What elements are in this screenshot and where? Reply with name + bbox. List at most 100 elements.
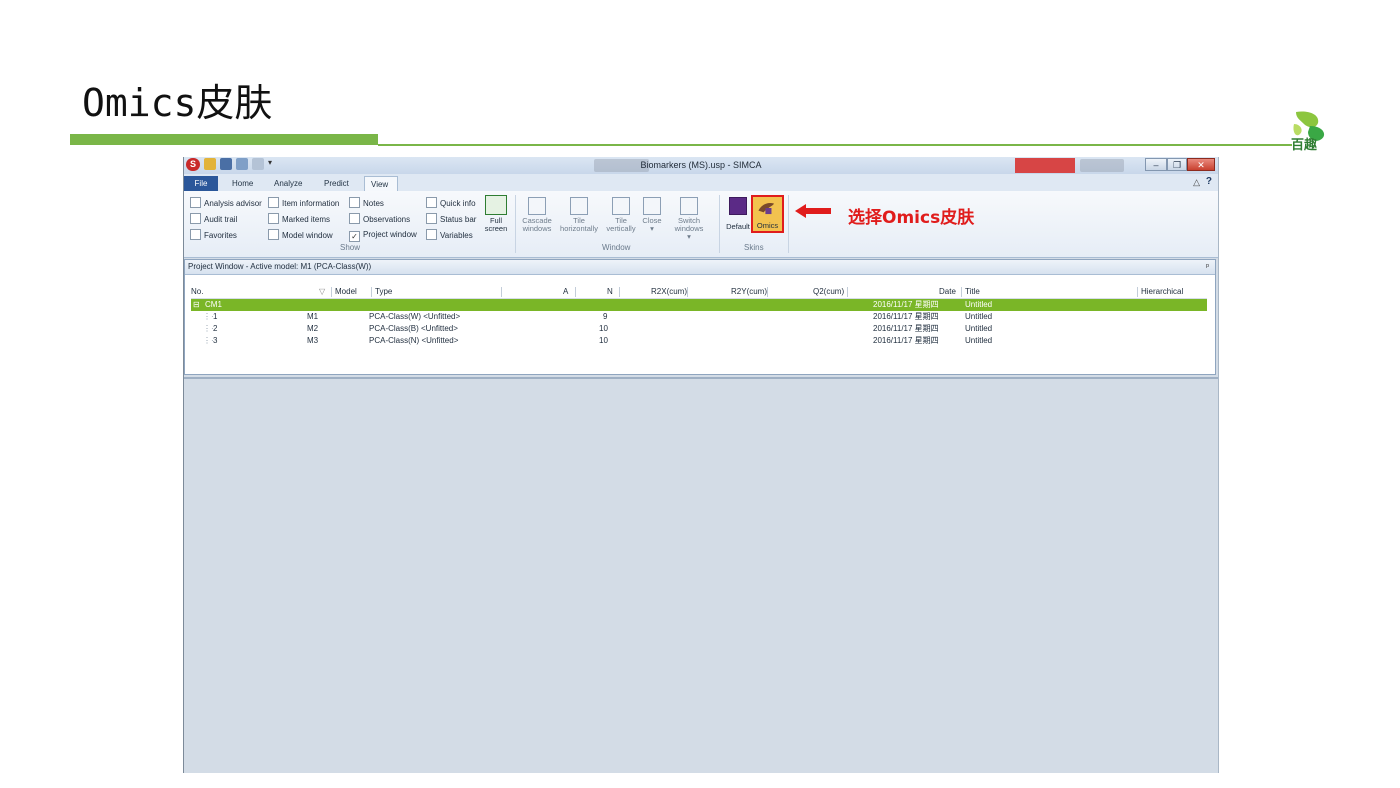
- checkbox-label: Notes: [363, 199, 384, 208]
- group-separator: [788, 195, 789, 253]
- full-screen-button[interactable]: Full screen: [482, 195, 510, 233]
- cell-title: Untitled: [965, 300, 993, 309]
- button-label: Default: [726, 222, 750, 231]
- cascade-windows-button[interactable]: Cascade windows: [520, 197, 554, 233]
- checkbox-label: Model window: [282, 231, 333, 240]
- column-divider: [501, 287, 502, 297]
- group-label-window: Window: [602, 243, 631, 252]
- cell-no: 3: [213, 336, 218, 345]
- tile-horizontally-icon: [570, 197, 588, 215]
- column-header-date[interactable]: Date: [939, 286, 956, 298]
- column-header-type[interactable]: Type: [375, 286, 392, 298]
- checkbox-box: [190, 197, 201, 208]
- column-divider: [687, 287, 688, 297]
- minimize-button[interactable]: –: [1145, 158, 1167, 171]
- switch-windows-button[interactable]: Switch windows ▾: [672, 197, 706, 241]
- close-window-menu-button[interactable]: Close ▾: [640, 197, 664, 233]
- table-row[interactable]: ⋮· 1 M1 PCA-Class(W) <Unfitted> 9 2016/1…: [191, 311, 1207, 323]
- checkbox-notes[interactable]: Notes: [349, 197, 384, 209]
- checkbox-box: [426, 213, 437, 224]
- checkbox-box: [268, 229, 279, 240]
- checkbox-label: Favorites: [204, 231, 237, 240]
- table-row[interactable]: ⋮· 3 M3 PCA-Class(N) <Unfitted> 10 2016/…: [191, 335, 1207, 347]
- column-header-r2y[interactable]: R2Y(cum): [731, 286, 767, 298]
- cell-n: 10: [599, 336, 608, 345]
- help-icon[interactable]: ?: [1206, 176, 1212, 187]
- checkbox-label: Audit trail: [204, 215, 238, 224]
- checkbox-model-window[interactable]: Model window: [268, 229, 333, 241]
- blurred-highlight: [1015, 158, 1075, 173]
- column-header-model[interactable]: Model: [335, 286, 357, 298]
- cell-no: 2: [213, 324, 218, 333]
- omics-skin-button[interactable]: Omics: [751, 195, 784, 233]
- restore-button[interactable]: ❐: [1167, 158, 1187, 171]
- cell-date: 2016/11/17 星期四: [873, 312, 939, 321]
- workspace-area: [184, 377, 1218, 773]
- column-header-r2x[interactable]: R2X(cum): [651, 286, 687, 298]
- checkbox-audit-trail[interactable]: Audit trail: [190, 213, 237, 225]
- slide-title: Omics皮肤: [82, 81, 273, 125]
- checkbox-label: Project window: [363, 230, 417, 239]
- column-header-a[interactable]: A: [563, 286, 568, 298]
- tab-home[interactable]: Home: [226, 176, 259, 191]
- column-header-n[interactable]: N: [607, 286, 613, 298]
- cell-title: Untitled: [965, 312, 993, 321]
- cell-title: Untitled: [965, 324, 993, 333]
- checkbox-label: Variables: [440, 231, 473, 240]
- column-header-title[interactable]: Title: [965, 286, 980, 298]
- column-divider: [619, 287, 620, 297]
- checkbox-item-information[interactable]: Item information: [268, 197, 339, 209]
- button-label: vertically: [606, 224, 636, 233]
- checkbox-marked-items[interactable]: Marked items: [268, 213, 330, 225]
- group-label-skins: Skins: [744, 243, 764, 252]
- project-window: Project Window - Active model: M1 (PCA-C…: [184, 259, 1216, 375]
- cell-n: 10: [599, 324, 608, 333]
- close-window-icon: [643, 197, 661, 215]
- ribbon-tabs: File Home Analyze Predict View △ ?: [184, 174, 1218, 191]
- button-label: horizontally: [560, 224, 598, 233]
- checkbox-label: Quick info: [440, 199, 476, 208]
- collapse-ribbon-icon[interactable]: △: [1193, 177, 1200, 188]
- models-table: No. ▽ Model Type A N R2X(cum) R2Y(cum) Q…: [191, 286, 1207, 347]
- blurred-region: [1080, 159, 1124, 172]
- group-label-show: Show: [340, 243, 361, 252]
- pin-icon[interactable]: ᵖ: [1206, 260, 1209, 274]
- button-label: windows ▾: [674, 224, 704, 241]
- collapse-icon[interactable]: ⊟: [193, 299, 200, 311]
- title-underline-thick: [70, 134, 378, 145]
- table-row[interactable]: ⋮· 2 M2 PCA-Class(B) <Unfitted> 10 2016/…: [191, 323, 1207, 335]
- checkbox-project-window[interactable]: ✓ Project window: [349, 229, 417, 242]
- cell-n: 9: [603, 312, 608, 321]
- tab-view[interactable]: View: [364, 176, 398, 191]
- checkbox-box: [426, 197, 437, 208]
- cell-model: M2: [307, 324, 319, 333]
- column-header-no[interactable]: No.: [191, 286, 203, 298]
- cell-no: CM1: [205, 300, 222, 309]
- button-label: screen: [484, 224, 508, 233]
- checkbox-status-bar[interactable]: Status bar: [426, 213, 476, 225]
- title-underline-thin: [378, 144, 1292, 146]
- column-header-q2[interactable]: Q2(cum): [813, 286, 844, 298]
- default-skin-button[interactable]: Default: [724, 197, 752, 231]
- window-titlebar: S ▾ Biomarkers (MS).usp - SIMCA – ❐ ✕: [184, 157, 1218, 174]
- column-header-hierarchical[interactable]: Hierarchical: [1141, 286, 1183, 298]
- checkbox-variables[interactable]: Variables: [426, 229, 473, 241]
- close-window-button[interactable]: ✕: [1187, 158, 1215, 171]
- simca-window: S ▾ Biomarkers (MS).usp - SIMCA – ❐ ✕ Fi…: [183, 157, 1219, 773]
- checkbox-quick-info[interactable]: Quick info: [426, 197, 476, 209]
- tile-vertically-button[interactable]: Tile vertically: [604, 197, 638, 233]
- tile-horizontally-button[interactable]: Tile horizontally: [556, 197, 602, 233]
- tab-analyze[interactable]: Analyze: [268, 176, 308, 191]
- column-divider: [1137, 287, 1138, 297]
- column-divider: [331, 287, 332, 297]
- column-divider: [575, 287, 576, 297]
- tile-vertically-icon: [612, 197, 630, 215]
- checkbox-box: [268, 213, 279, 224]
- table-row-cm1[interactable]: ⊟ CM1 2016/11/17 星期四 Untitled: [191, 299, 1207, 311]
- checkbox-observations[interactable]: Observations: [349, 213, 410, 225]
- tab-predict[interactable]: Predict: [318, 176, 355, 191]
- tab-file[interactable]: File: [184, 176, 218, 191]
- checkbox-analysis-advisor[interactable]: Analysis advisor: [190, 197, 262, 209]
- checkbox-label: Status bar: [440, 215, 477, 224]
- checkbox-favorites[interactable]: Favorites: [190, 229, 237, 241]
